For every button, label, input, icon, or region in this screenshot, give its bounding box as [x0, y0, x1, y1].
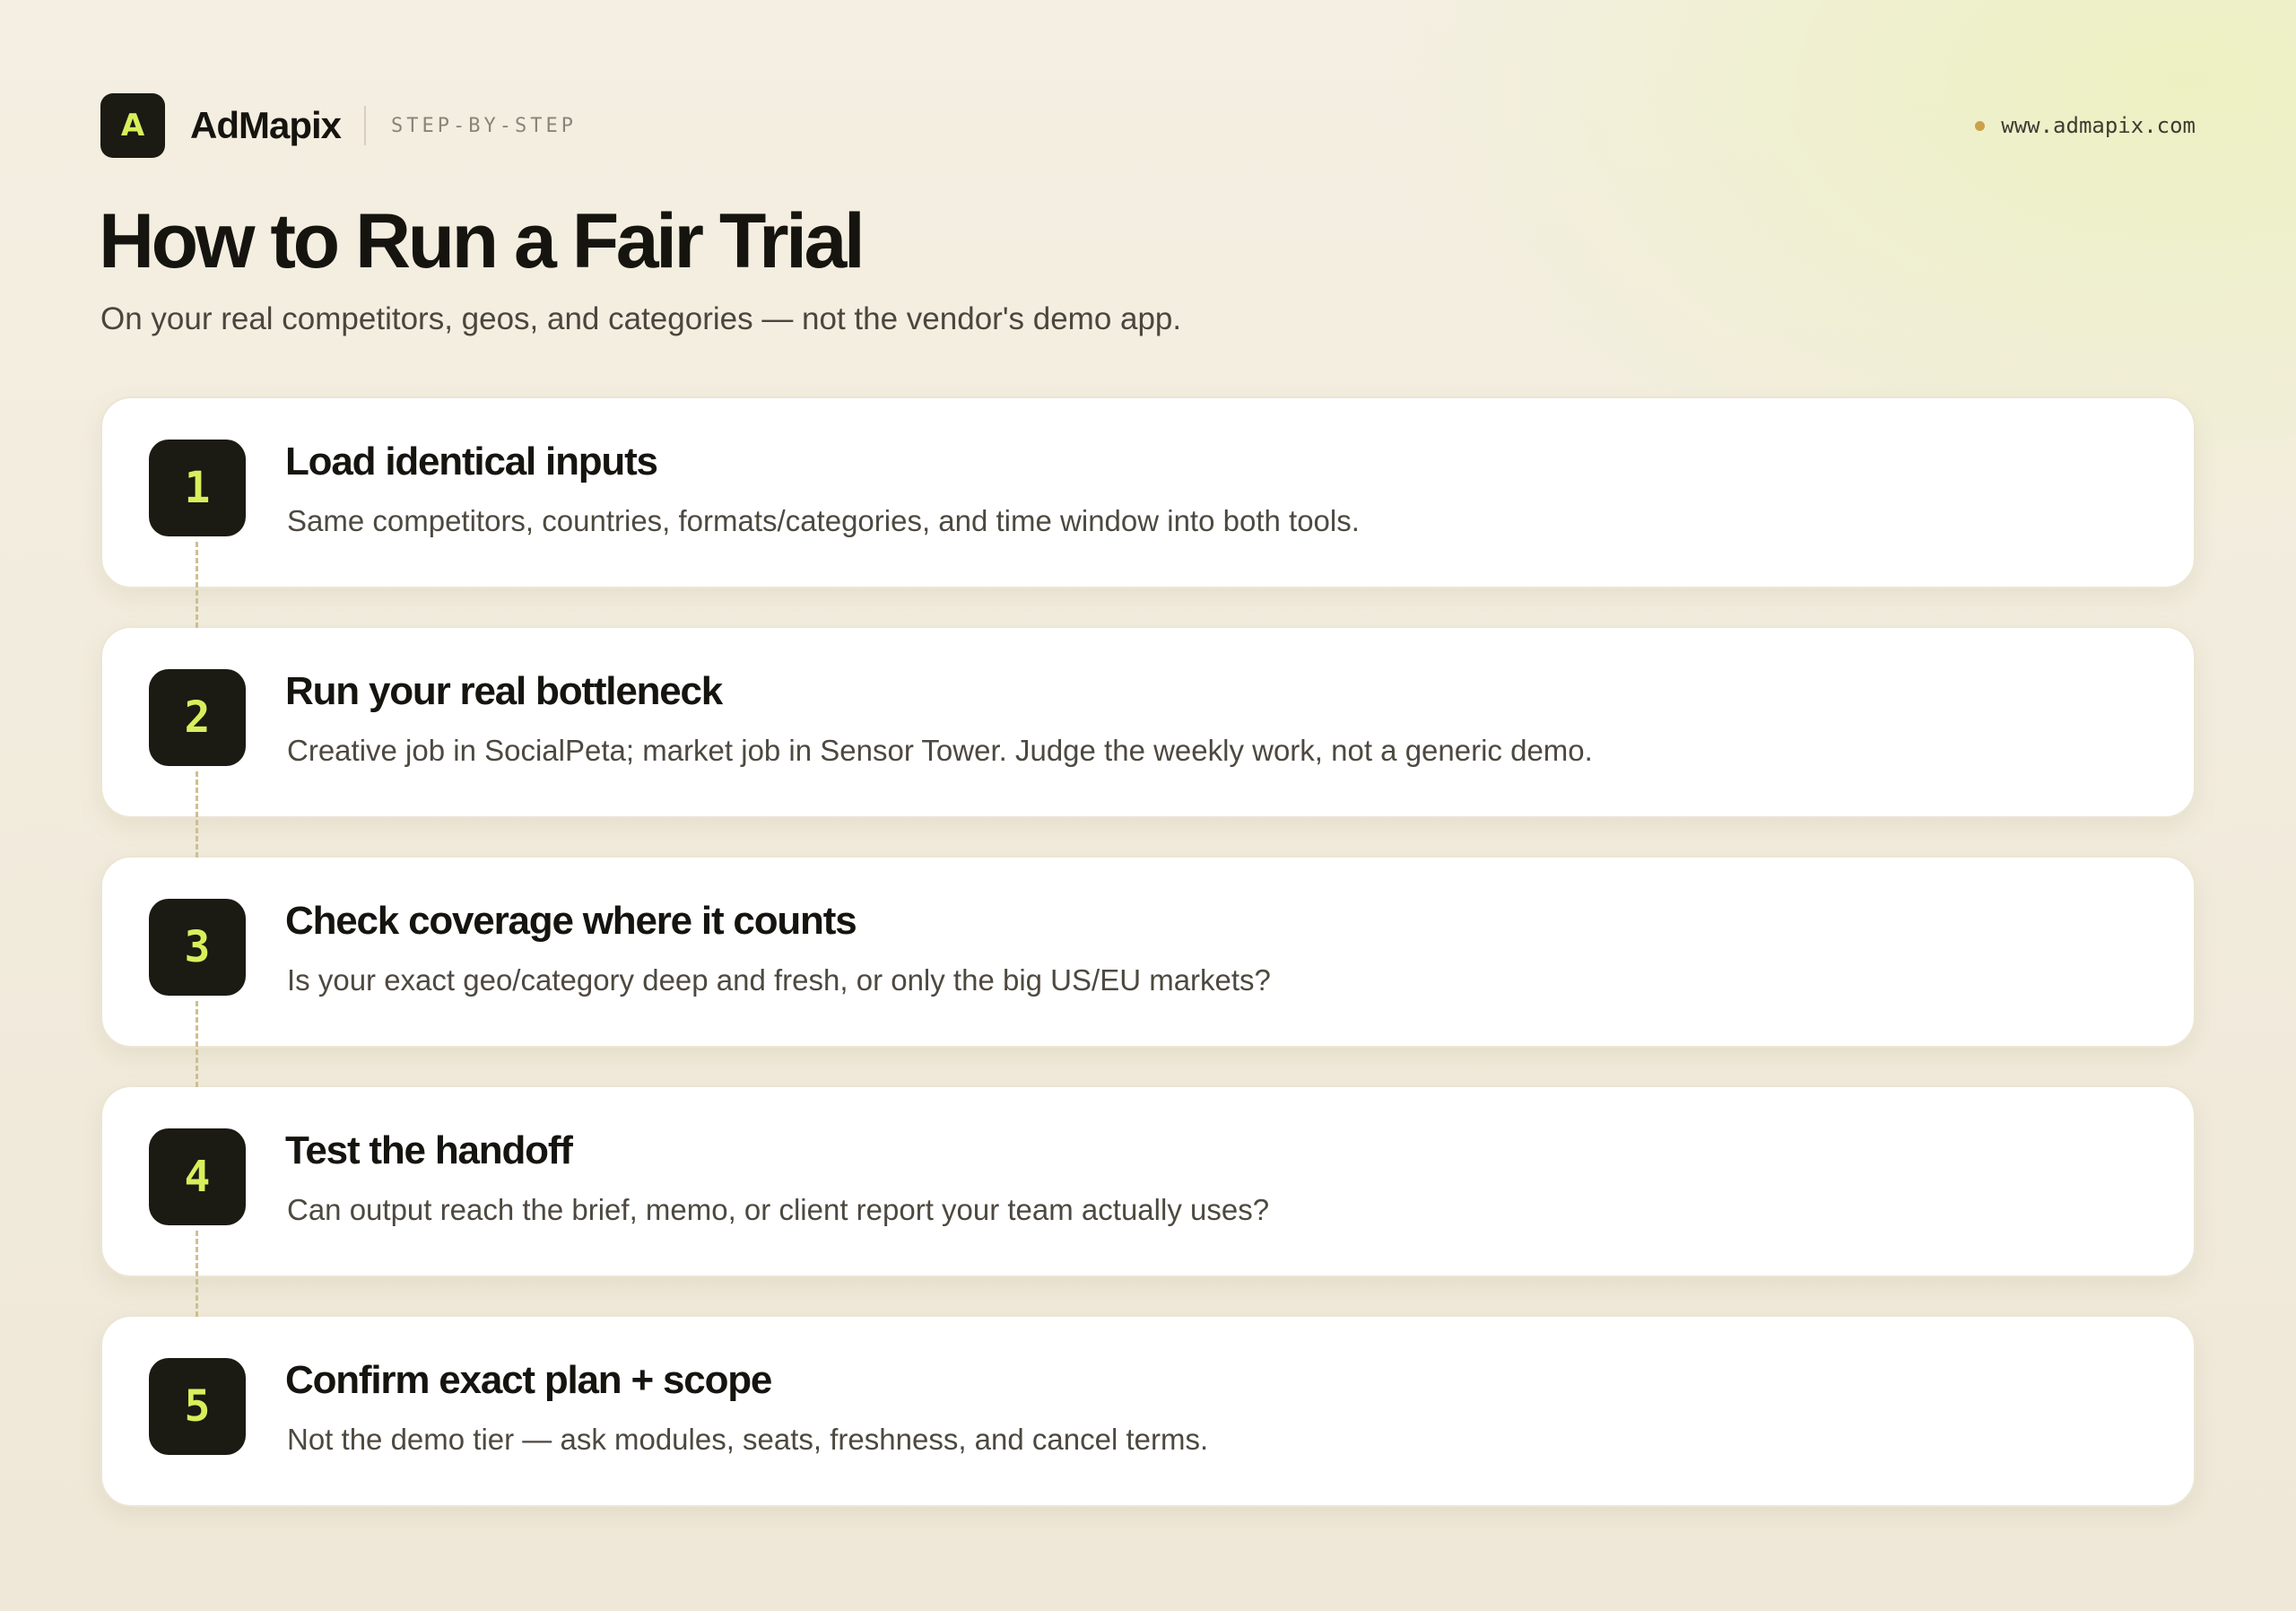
step-description: Is your exact geo/category deep and fres…	[287, 963, 1271, 997]
website-url[interactable]: www.admapix.com	[2001, 113, 2196, 138]
step-connector-line	[196, 771, 198, 858]
step-description: Can output reach the brief, memo, or cli…	[287, 1193, 1270, 1226]
step-title: Load identical inputs	[285, 440, 658, 483]
step-card-4: 4 Test the handoff Can output reach the …	[100, 1085, 2196, 1317]
page-subtitle: On your real competitors, geos, and cate…	[100, 301, 1182, 336]
step-number-badge: 2	[149, 669, 246, 766]
step-card-2: 2 Run your real bottleneck Creative job …	[100, 626, 2196, 858]
step-card-5: 5 Confirm exact plan + scope Not the dem…	[100, 1315, 2196, 1507]
step-card-3: 3 Check coverage where it counts Is your…	[100, 856, 2196, 1087]
step-number-badge: 3	[149, 899, 246, 996]
step-title: Run your real bottleneck	[285, 669, 723, 713]
step-title: Test the handoff	[285, 1128, 573, 1172]
step-description: Not the demo tier — ask modules, seats, …	[287, 1423, 1209, 1456]
header-divider	[364, 106, 367, 145]
step-description: Creative job in SocialPeta; market job i…	[287, 734, 1593, 767]
steps-list: 1 Load identical inputs Same competitors…	[100, 396, 2196, 1507]
eyebrow-label: STEP-BY-STEP	[391, 114, 577, 137]
brand-name[interactable]: AdMapix	[190, 104, 342, 147]
step-number-badge: 5	[149, 1358, 246, 1455]
step-title: Confirm exact plan + scope	[285, 1358, 772, 1402]
url-group[interactable]: www.admapix.com	[1975, 113, 2196, 138]
brand-logo-icon[interactable]: A	[100, 93, 165, 158]
dot-icon	[1975, 120, 1986, 131]
step-connector-line	[196, 1001, 198, 1087]
step-connector-line	[196, 1231, 198, 1317]
step-card-1: 1 Load identical inputs Same competitors…	[100, 396, 2196, 628]
step-description: Same competitors, countries, formats/cat…	[287, 504, 1360, 537]
step-number-badge: 4	[149, 1128, 246, 1225]
step-title: Check coverage where it counts	[285, 899, 857, 943]
page-header: A AdMapix STEP-BY-STEP www.admapix.com	[100, 93, 2196, 158]
page-title: How to Run a Fair Trial	[99, 198, 865, 284]
step-number-badge: 1	[149, 440, 246, 536]
step-connector-line	[196, 542, 198, 628]
